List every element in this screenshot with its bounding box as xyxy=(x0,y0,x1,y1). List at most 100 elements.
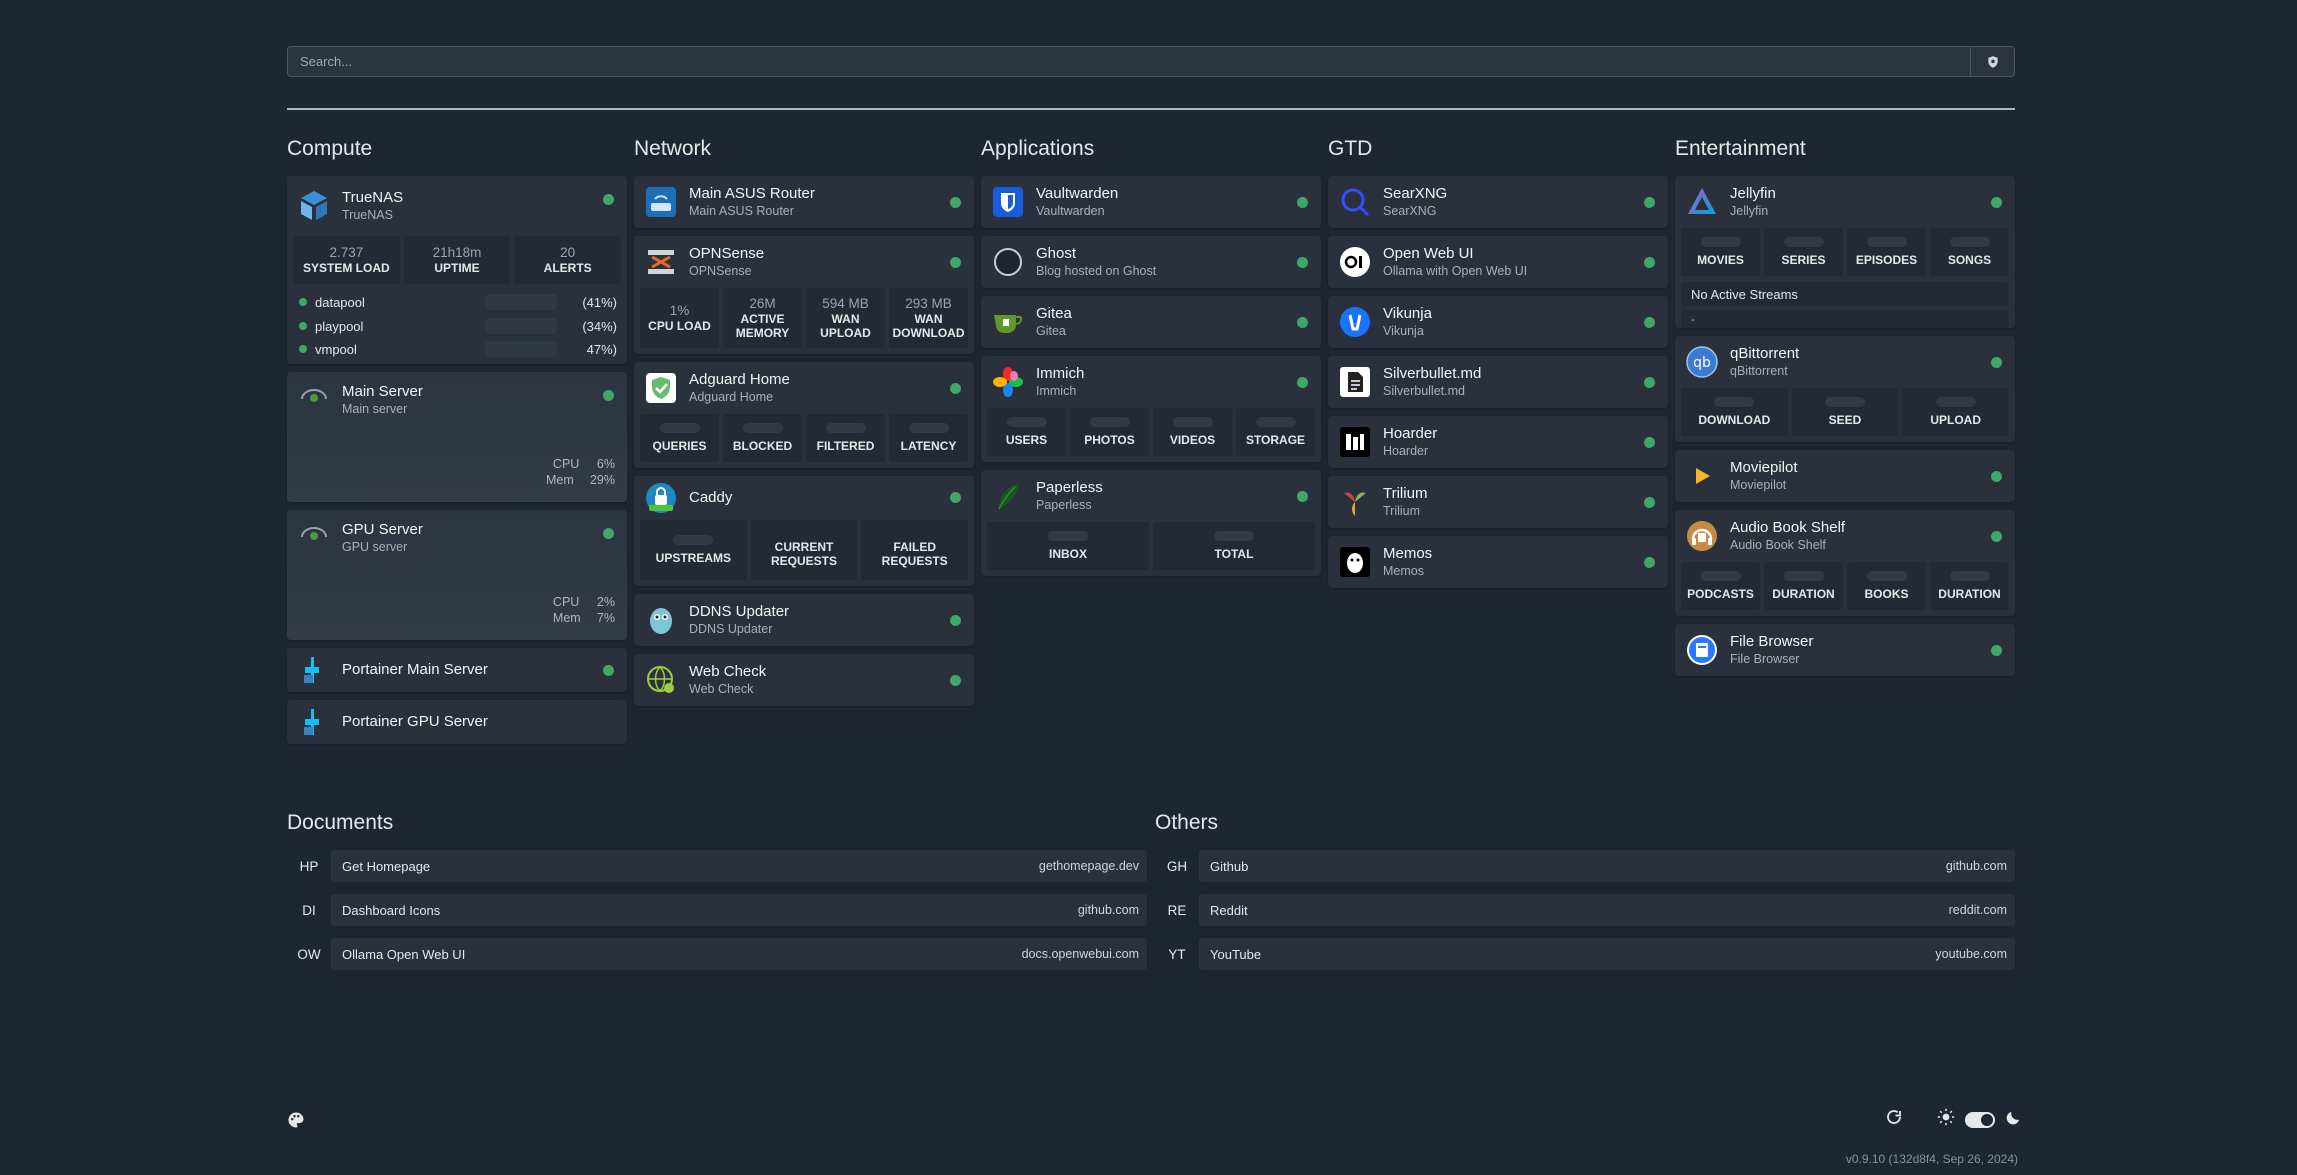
refresh-button[interactable] xyxy=(1885,1108,1903,1131)
stat-cpu-load: 1% CPU LOAD xyxy=(640,288,719,348)
stat-podcasts: PODCASTS xyxy=(1681,562,1760,610)
service-card-hoarder[interactable]: Hoarder Hoarder xyxy=(1328,416,1668,468)
service-card-jellyfin[interactable]: Jellyfin Jellyfin MOVIES SERIES EPISODES … xyxy=(1675,176,2015,328)
glances-icon xyxy=(297,383,331,417)
bookmark-url: reddit.com xyxy=(1948,903,2007,917)
group-network: Network Main ASUS Router Main ASUS Router… xyxy=(634,136,974,714)
group-title: GTD xyxy=(1328,137,1373,160)
service-card-moviepilot[interactable]: Moviepilot Moviepilot xyxy=(1675,450,2015,502)
service-card-filebrowser[interactable]: File Browser File Browser xyxy=(1675,624,2015,676)
bookmark-item[interactable]: OW Ollama Open Web UI docs.openwebui.com xyxy=(287,938,1147,970)
bookmark-item[interactable]: DI Dashboard Icons github.com xyxy=(287,894,1147,926)
pool-row: vmpool 47%) xyxy=(287,338,627,364)
svg-text:qb: qb xyxy=(1693,355,1711,371)
bookmark-name: Reddit xyxy=(1210,902,1248,918)
service-card-opnsense[interactable]: OPNSense OPNSense 1% CPU LOAD 26M ACTIVE ME… xyxy=(634,236,974,354)
service-desc: Silverbullet.md xyxy=(1383,384,1465,398)
service-card-qbittorrent[interactable]: qb qBittorrent qBittorrent DOWNLOAD SEED … xyxy=(1675,336,2015,442)
status-dot xyxy=(1991,471,2002,482)
service-card-paperless[interactable]: Paperless Paperless INBOX TOTAL xyxy=(981,470,1321,576)
service-card-ghost[interactable]: Ghost Blog hosted on Ghost xyxy=(981,236,1321,288)
stat-books: BOOKS xyxy=(1847,562,1926,610)
group-gtd: GTD SearXNG SearXNG Open Web UI Ollama wit… xyxy=(1328,136,1668,596)
service-card-gitea[interactable]: Gitea Gitea xyxy=(981,296,1321,348)
status-dot xyxy=(1644,437,1655,448)
service-card-vaultwarden[interactable]: Vaultwarden Vaultwarden xyxy=(981,176,1321,228)
service-card-audiobookshelf[interactable]: Audio Book Shelf Audio Book Shelf PODCAST… xyxy=(1675,510,2015,616)
status-dot xyxy=(1644,197,1655,208)
service-card-portainer-gpu[interactable]: Portainer GPU Server xyxy=(287,700,627,744)
portainer-icon xyxy=(297,653,331,687)
opnsense-icon xyxy=(644,245,678,279)
pool-row: datapool (41%) xyxy=(287,290,627,314)
bookmark-group-others: Others GH Github github.com RE Reddit reddit… xyxy=(1155,810,2015,982)
service-card-immich[interactable]: Immich Immich USERS PHOTOS VIDEOS STORAGE xyxy=(981,356,1321,462)
jellyfin-icon xyxy=(1685,185,1719,219)
search-provider-button[interactable] xyxy=(1970,47,2014,76)
service-desc: Adguard Home xyxy=(689,390,774,404)
bookmark-group-documents: Documents HP Get Homepage gethomepage.dev … xyxy=(287,810,1147,982)
service-card-gpu-server[interactable]: GPU Server GPU server CPU 2% Mem 7% xyxy=(287,510,627,640)
service-name: Caddy xyxy=(689,489,733,506)
service-card-silverbullet[interactable]: Silverbullet.md Silverbullet.md xyxy=(1328,356,1668,408)
searxng-icon xyxy=(1338,185,1372,219)
service-card-openwebui[interactable]: Open Web UI Ollama with Open Web UI xyxy=(1328,236,1668,288)
service-card-memos[interactable]: Memos Memos xyxy=(1328,536,1668,588)
service-name: Vikunja xyxy=(1383,305,1432,322)
service-name: Trilium xyxy=(1383,485,1428,502)
service-name: Web Check xyxy=(689,663,767,680)
bookmark-group-title: Documents xyxy=(287,811,394,834)
service-card-searxng[interactable]: SearXNG SearXNG xyxy=(1328,176,1668,228)
stat-wan-download: 293 MB WAN DOWNLOAD xyxy=(889,288,968,348)
status-dot xyxy=(603,665,614,676)
status-dot xyxy=(1991,357,2002,368)
group-title: Compute xyxy=(287,137,373,160)
status-dot xyxy=(1644,557,1655,568)
service-card-router[interactable]: Main ASUS Router Main ASUS Router xyxy=(634,176,974,228)
service-card-webcheck[interactable]: Web Check Web Check xyxy=(634,654,974,706)
memos-icon xyxy=(1338,545,1372,579)
bookmark-item[interactable]: YT YouTube youtube.com xyxy=(1155,938,2015,970)
palette-icon xyxy=(288,1112,304,1128)
service-card-truenas[interactable]: TrueNAS TrueNAS 2.737 SYSTEM LOAD 21h18m UP… xyxy=(287,176,627,364)
service-name: Audio Book Shelf xyxy=(1730,519,1846,536)
service-desc: qBittorrent xyxy=(1730,364,1788,378)
sun-icon xyxy=(1937,1108,1955,1126)
theme-palette-button[interactable] xyxy=(287,1111,305,1134)
qbittorrent-icon: qb xyxy=(1685,345,1719,379)
stat-duration: DURATION xyxy=(1764,562,1843,610)
theme-toggle[interactable] xyxy=(1965,1111,1995,1128)
bookmark-item[interactable]: HP Get Homepage gethomepage.dev xyxy=(287,850,1147,882)
status-dot xyxy=(603,194,614,205)
service-desc: Paperless xyxy=(1036,498,1092,512)
bookmark-name: Dashboard Icons xyxy=(342,902,441,918)
bookmark-item[interactable]: RE Reddit reddit.com xyxy=(1155,894,2015,926)
service-card-main-server[interactable]: Main Server Main server CPU 6% Mem 29% xyxy=(287,372,627,502)
service-card-adguard[interactable]: Adguard Home Adguard Home QUERIES BLOCKED… xyxy=(634,362,974,468)
service-card-ddns[interactable]: DDNS Updater DDNS Updater xyxy=(634,594,974,646)
status-dot xyxy=(950,615,961,626)
pool-row: playpool (34%) xyxy=(287,314,627,338)
refresh-icon xyxy=(1887,1110,1901,1124)
status-dot xyxy=(1644,257,1655,268)
service-name: Ghost xyxy=(1036,245,1077,262)
stat-storage: STORAGE xyxy=(1236,408,1315,456)
service-desc: Audio Book Shelf xyxy=(1730,538,1826,552)
service-desc: Trilium xyxy=(1383,504,1421,518)
group-title: Applications xyxy=(981,137,1095,160)
status-dot xyxy=(950,383,961,394)
service-card-trilium[interactable]: Trilium Trilium xyxy=(1328,476,1668,528)
dark-mode-button[interactable] xyxy=(2005,1109,2022,1131)
service-card-caddy[interactable]: Caddy UPSTREAMS CURRENT REQUESTS FAILED … xyxy=(634,476,974,586)
stat-upstreams: UPSTREAMS xyxy=(640,520,747,580)
moviepilot-icon xyxy=(1685,459,1719,493)
service-card-vikunja[interactable]: Vikunja Vikunja xyxy=(1328,296,1668,348)
bookmark-abbr: DI xyxy=(302,902,316,918)
service-card-portainer-main[interactable]: Portainer Main Server xyxy=(287,648,627,692)
service-name: File Browser xyxy=(1730,633,1814,650)
bookmark-abbr: OW xyxy=(297,946,321,962)
light-mode-button[interactable] xyxy=(1937,1108,1955,1131)
bookmark-item[interactable]: GH Github github.com xyxy=(1155,850,2015,882)
shield-icon xyxy=(1987,55,1998,68)
search-input[interactable] xyxy=(288,47,1970,76)
